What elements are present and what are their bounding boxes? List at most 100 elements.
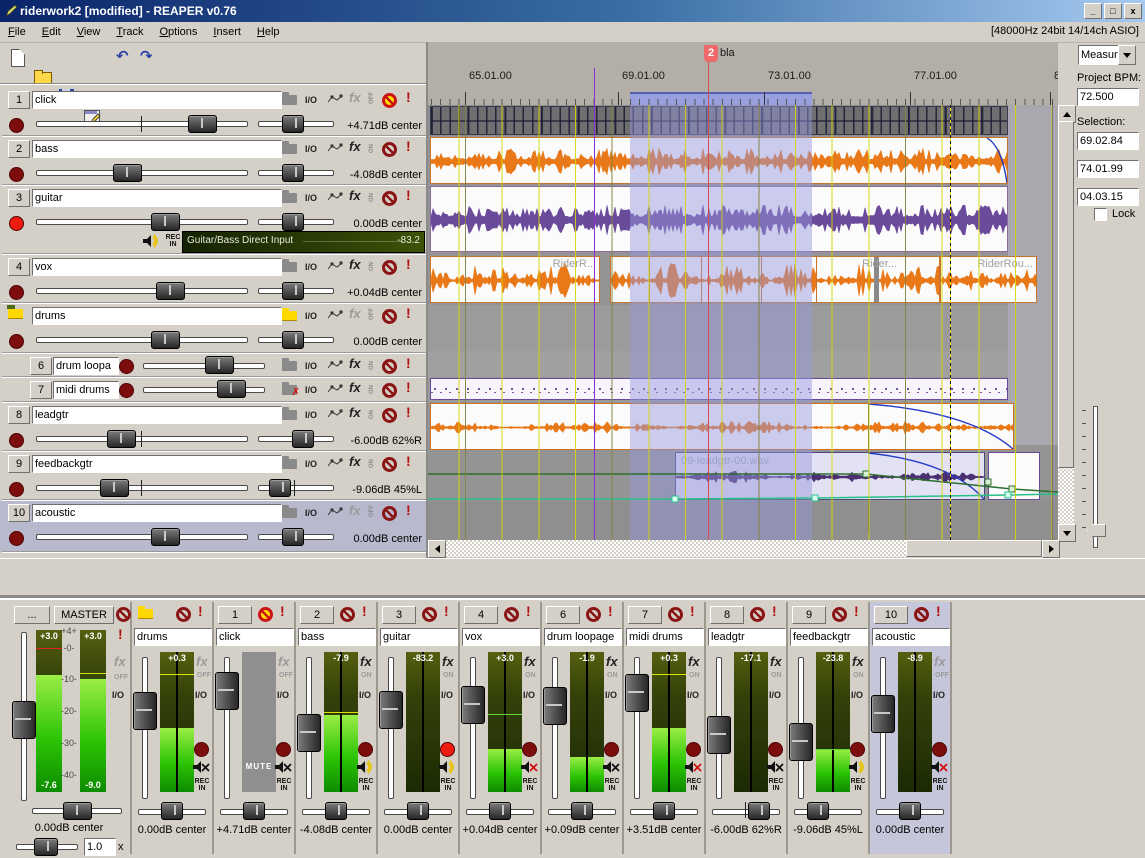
volume-slider[interactable] bbox=[36, 288, 248, 294]
strip-name-input[interactable] bbox=[216, 628, 294, 646]
strip-alert-icon[interactable]: ! bbox=[772, 603, 777, 619]
timeline-ruler[interactable]: 2 bla 65.01.0069.01.0073.01.0077.01.008 bbox=[428, 42, 1058, 105]
mute-icon[interactable] bbox=[258, 607, 273, 622]
strip-fader-thumb[interactable] bbox=[625, 674, 649, 712]
envelope-icon[interactable] bbox=[327, 261, 344, 274]
mute-icon[interactable] bbox=[340, 607, 355, 622]
strip-number[interactable]: 2 bbox=[300, 606, 334, 624]
strip-record-arm[interactable] bbox=[194, 742, 209, 757]
strip-fx-button[interactable]: fx bbox=[442, 654, 454, 669]
io-button[interactable]: I/O bbox=[305, 361, 317, 371]
audio-item-vox-1[interactable]: RiderR... bbox=[430, 256, 600, 303]
track-alert-icon[interactable]: ! bbox=[406, 138, 411, 154]
track-alert-icon[interactable]: ! bbox=[406, 453, 411, 469]
lock-checkbox[interactable] bbox=[1094, 208, 1107, 221]
volume-slider[interactable] bbox=[36, 436, 248, 442]
volume-slider-thumb[interactable] bbox=[113, 164, 142, 182]
close-button[interactable]: x bbox=[1124, 3, 1142, 19]
track-name-input[interactable] bbox=[32, 258, 282, 276]
mute-icon[interactable] bbox=[382, 191, 397, 206]
fx-button[interactable]: fx bbox=[349, 380, 361, 395]
strip-name-input[interactable] bbox=[626, 628, 704, 646]
folder-icon[interactable]: ✗ bbox=[282, 385, 297, 395]
strip-monitor-icon[interactable] bbox=[930, 760, 948, 774]
strip-monitor-icon[interactable] bbox=[438, 760, 456, 774]
track-number[interactable]: 1 bbox=[8, 91, 30, 109]
monitor-speaker-icon[interactable] bbox=[142, 234, 160, 252]
track-name-input[interactable] bbox=[32, 504, 282, 522]
track-number[interactable]: 2 bbox=[8, 140, 30, 158]
mute-icon[interactable] bbox=[422, 607, 437, 622]
strip-name-input[interactable] bbox=[298, 628, 376, 646]
track-alert-icon[interactable]: ! bbox=[406, 305, 411, 321]
strip-io-button[interactable]: I/O bbox=[851, 690, 863, 700]
track-name-input[interactable] bbox=[32, 140, 282, 158]
strip-io-button[interactable]: I/O bbox=[195, 690, 207, 700]
track-alert-icon[interactable]: ! bbox=[406, 89, 411, 105]
strip-fader[interactable] bbox=[552, 657, 558, 799]
track-name-input[interactable] bbox=[32, 189, 282, 207]
folder-icon[interactable] bbox=[282, 459, 297, 469]
menu-edit[interactable]: Edit bbox=[34, 24, 69, 40]
arrange-horizontal-scrollbar[interactable] bbox=[428, 540, 1058, 557]
track-name-input[interactable] bbox=[32, 455, 282, 473]
io-button[interactable]: I/O bbox=[305, 385, 317, 395]
track-number[interactable]: 7 bbox=[30, 381, 52, 399]
strip-record-arm[interactable] bbox=[358, 742, 373, 757]
folder-icon[interactable] bbox=[282, 311, 297, 321]
mute-icon[interactable] bbox=[382, 408, 397, 423]
strip-name-input[interactable] bbox=[134, 628, 212, 646]
strip-fader-thumb[interactable] bbox=[461, 686, 485, 724]
folder-icon[interactable] bbox=[282, 410, 297, 420]
strip-monitor-icon[interactable] bbox=[356, 760, 374, 774]
volume-slider[interactable] bbox=[36, 485, 248, 491]
volume-slider-thumb[interactable] bbox=[100, 479, 129, 497]
track-name-input[interactable] bbox=[32, 406, 282, 424]
strip-record-arm[interactable] bbox=[932, 742, 947, 757]
record-arm-button[interactable] bbox=[9, 285, 24, 300]
track-name-input[interactable] bbox=[32, 307, 282, 325]
strip-fx-button[interactable]: fx bbox=[770, 654, 782, 669]
io-button[interactable]: I/O bbox=[305, 459, 317, 469]
strip-record-arm[interactable] bbox=[686, 742, 701, 757]
strip-alert-icon[interactable]: ! bbox=[198, 603, 203, 619]
mute-icon[interactable] bbox=[586, 607, 601, 622]
strip-fader-thumb[interactable] bbox=[871, 695, 895, 733]
fx-button[interactable]: fx bbox=[349, 257, 361, 272]
io-button[interactable]: I/O bbox=[305, 311, 317, 321]
strip-number[interactable]: 1 bbox=[218, 606, 252, 624]
selection-end-field[interactable] bbox=[1077, 160, 1139, 178]
volume-slider-thumb[interactable] bbox=[107, 430, 136, 448]
redo-icon[interactable]: ↷ bbox=[140, 47, 153, 65]
strip-pan-thumb[interactable] bbox=[489, 802, 511, 820]
strip-pan-thumb[interactable] bbox=[407, 802, 429, 820]
menu-track[interactable]: Track bbox=[108, 24, 151, 40]
envelope-icon[interactable] bbox=[327, 409, 344, 422]
io-button[interactable]: I/O bbox=[305, 410, 317, 420]
fx-button[interactable]: fx bbox=[349, 306, 361, 321]
strip-monitor-icon[interactable] bbox=[766, 760, 784, 774]
mute-icon[interactable] bbox=[382, 383, 397, 398]
menu-options[interactable]: Options bbox=[151, 24, 205, 40]
chevron-down-icon[interactable] bbox=[1118, 45, 1136, 65]
strip-alert-icon[interactable]: ! bbox=[444, 603, 449, 619]
audio-item-small[interactable] bbox=[988, 452, 1040, 500]
vertical-scroll-thumb[interactable] bbox=[1058, 121, 1074, 468]
timeline-marker[interactable]: 2 bbox=[704, 45, 718, 62]
strip-name-input[interactable] bbox=[544, 628, 622, 646]
mute-icon[interactable] bbox=[116, 607, 131, 622]
mute-icon[interactable] bbox=[382, 457, 397, 472]
horizontal-scroll-thumb[interactable] bbox=[906, 540, 1042, 557]
master-label[interactable]: MASTER bbox=[54, 606, 114, 624]
menu-insert[interactable]: Insert bbox=[205, 24, 249, 40]
track-alert-icon[interactable]: ! bbox=[406, 379, 411, 395]
track-alert-icon[interactable]: ! bbox=[406, 256, 411, 272]
master-pan-thumb[interactable] bbox=[63, 802, 92, 820]
title-bar[interactable]: riderwork2 [modified] - REAPER v0.76 _ □… bbox=[0, 0, 1145, 22]
strip-alert-icon[interactable]: ! bbox=[690, 603, 695, 619]
envelope-icon[interactable] bbox=[327, 384, 344, 397]
strip-monitor-icon[interactable] bbox=[274, 760, 292, 774]
strip-fx-button[interactable]: fx bbox=[688, 654, 700, 669]
strip-number[interactable]: 3 bbox=[382, 606, 416, 624]
strip-monitor-icon[interactable] bbox=[602, 760, 620, 774]
